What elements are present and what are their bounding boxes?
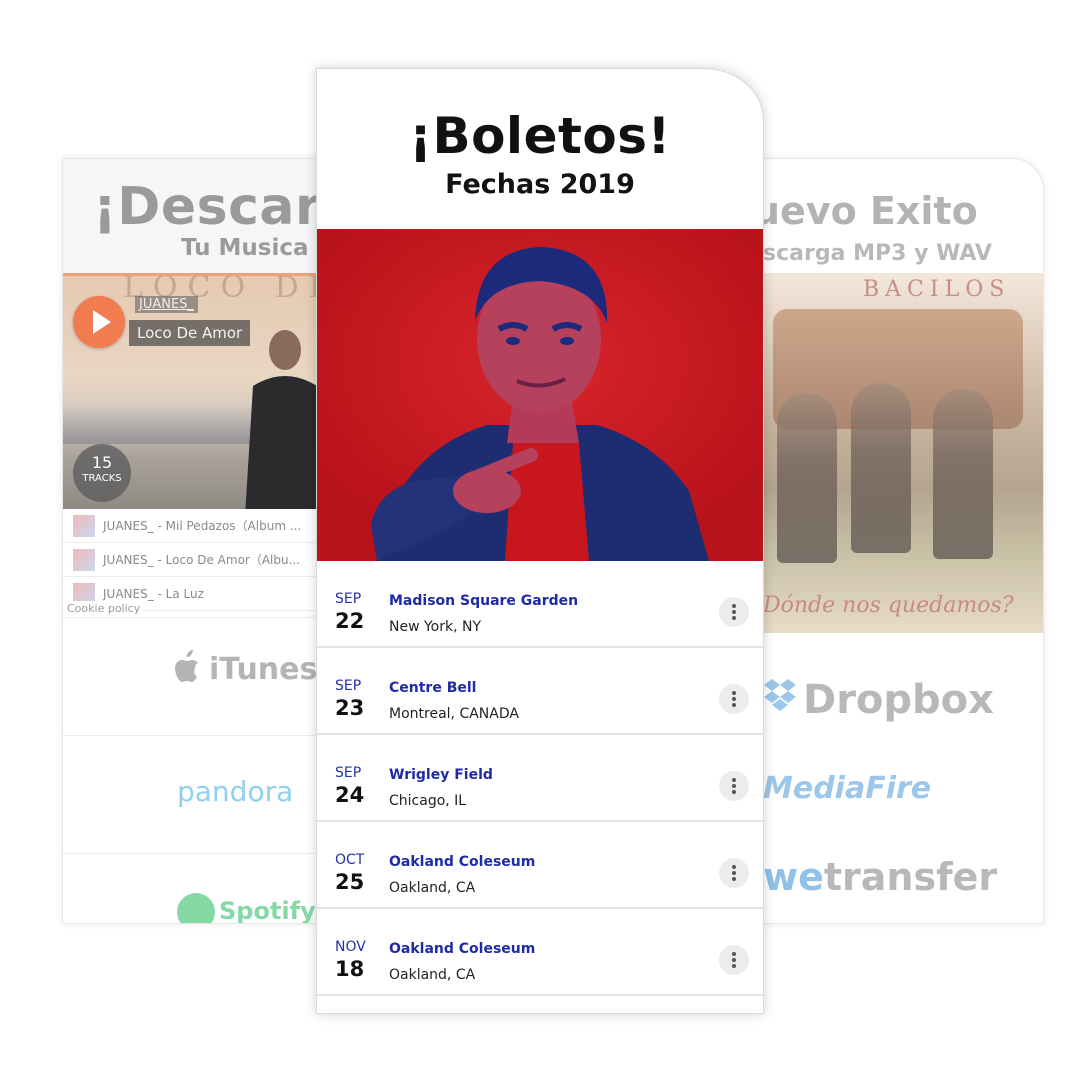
pandora-link[interactable]: pandora <box>177 775 293 808</box>
event-row[interactable]: OCT 25 Oakland Coleseum Oakland, CA <box>317 822 763 909</box>
event-more-button[interactable] <box>719 945 749 975</box>
more-vertical-icon <box>732 604 736 608</box>
event-more-button[interactable] <box>719 771 749 801</box>
more-vertical-icon <box>732 610 736 614</box>
event-row[interactable]: SEP 23 Centre Bell Montreal, CANADA <box>317 648 763 735</box>
more-vertical-icon <box>732 865 736 869</box>
event-city: Montreal, CANADA <box>389 706 519 722</box>
event-venue[interactable]: Oakland Coleseum <box>389 941 535 957</box>
artist-photo-illustration <box>317 229 763 561</box>
wetransfer-we-label: we <box>763 855 824 899</box>
play-button[interactable] <box>73 296 125 348</box>
spotify-icon <box>177 893 215 923</box>
spotify-link[interactable]: Spotify <box>177 893 316 924</box>
track-count: 15 <box>91 453 113 472</box>
wetransfer-link[interactable]: wetransfer <box>763 855 997 899</box>
event-more-button[interactable] <box>719 597 749 627</box>
event-venue[interactable]: Madison Square Garden <box>389 593 578 609</box>
track-title: JUANES_ - Mil Pedazos（Album ... <box>103 519 302 533</box>
event-venue[interactable]: Centre Bell <box>389 680 476 696</box>
event-month: OCT <box>335 852 365 868</box>
itunes-link[interactable]: iTunes <box>171 649 317 687</box>
more-vertical-icon <box>732 697 736 701</box>
play-icon <box>93 310 111 334</box>
event-day: 24 <box>335 783 365 807</box>
event-row[interactable]: SEP 24 Wrigley Field Chicago, IL <box>317 735 763 822</box>
download-card-subtitle: Tu Musica <box>181 235 309 261</box>
spotify-label: Spotify <box>219 897 316 924</box>
track-title: JUANES_ - La Luz <box>103 586 204 601</box>
event-day: 23 <box>335 696 365 720</box>
track-count-badge: 15 TRACKS <box>73 444 131 502</box>
more-vertical-icon <box>732 790 736 794</box>
tickets-card: ¡Boletos! Fechas 2019 SEP 22 Madison Squ… <box>316 68 764 1014</box>
more-vertical-icon <box>732 784 736 788</box>
cookie-policy-link[interactable]: Cookie policy <box>65 601 143 616</box>
band-member-figure <box>933 389 993 559</box>
more-vertical-icon <box>732 964 736 968</box>
more-vertical-icon <box>732 871 736 875</box>
pandora-label: pandora <box>177 775 294 808</box>
tickets-title: ¡Boletos! <box>409 107 671 165</box>
event-month: SEP <box>335 591 362 607</box>
mediafire-label: MediaFire <box>763 771 932 806</box>
more-vertical-icon <box>732 616 736 620</box>
apple-icon <box>175 650 198 682</box>
band-member-figure <box>851 383 911 553</box>
mediafire-link[interactable]: MediaFire <box>763 771 931 806</box>
new-hit-header: uevo Exito scarga MP3 y WAV <box>723 159 1043 273</box>
dropbox-icon <box>764 679 796 711</box>
more-vertical-icon <box>732 703 736 707</box>
event-day: 22 <box>335 609 365 633</box>
event-row[interactable]: NOV 18 Oakland Coleseum Oakland, CA <box>317 909 763 996</box>
player-song-title: Loco De Amor <box>129 320 251 346</box>
event-month: SEP <box>335 678 362 694</box>
event-city: Oakland, CA <box>389 967 476 983</box>
dropbox-label: Dropbox <box>803 677 994 723</box>
more-vertical-icon <box>732 952 736 956</box>
band-name: BACILOS <box>863 277 1011 302</box>
band-member-figure <box>777 393 837 563</box>
track-count-label: TRACKS <box>82 473 122 484</box>
tickets-header: ¡Boletos! Fechas 2019 <box>317 69 763 229</box>
tickets-subtitle: Fechas 2019 <box>445 169 635 200</box>
event-month: NOV <box>335 939 366 955</box>
more-vertical-icon <box>732 958 736 962</box>
wetransfer-label: transfer <box>823 855 998 899</box>
event-month: SEP <box>335 765 362 781</box>
artist-photo <box>317 229 763 561</box>
itunes-label: iTunes <box>209 652 318 687</box>
event-venue[interactable]: Wrigley Field <box>389 767 493 783</box>
track-title: JUANES_ - Loco De Amor（Albu... <box>103 553 301 567</box>
new-hit-subtitle: scarga MP3 y WAV <box>763 241 992 266</box>
new-hit-title: uevo Exito <box>753 189 978 233</box>
event-day: 25 <box>335 870 365 894</box>
player-artist-link[interactable]: JUANES_ <box>135 296 198 313</box>
event-city: New York, NY <box>389 619 482 635</box>
album-cover: BACILOS Dónde nos quedamos? <box>763 273 1043 633</box>
track-thumbnail <box>73 514 95 537</box>
dropbox-link[interactable]: Dropbox <box>763 677 994 723</box>
album-tagline: Dónde nos quedamos? <box>763 593 1014 618</box>
more-vertical-icon <box>732 778 736 782</box>
event-more-button[interactable] <box>719 684 749 714</box>
more-vertical-icon <box>732 691 736 695</box>
event-city: Chicago, IL <box>389 793 467 809</box>
event-day: 18 <box>335 957 365 981</box>
new-hit-card: uevo Exito scarga MP3 y WAV BACILOS Dónd… <box>722 158 1044 924</box>
track-thumbnail <box>73 548 95 571</box>
event-venue[interactable]: Oakland Coleseum <box>389 854 535 870</box>
event-more-button[interactable] <box>719 858 749 888</box>
event-city: Oakland, CA <box>389 880 476 896</box>
more-vertical-icon <box>732 877 736 881</box>
event-row[interactable]: SEP 22 Madison Square Garden New York, N… <box>317 561 763 648</box>
event-list: SEP 22 Madison Square Garden New York, N… <box>317 561 763 996</box>
